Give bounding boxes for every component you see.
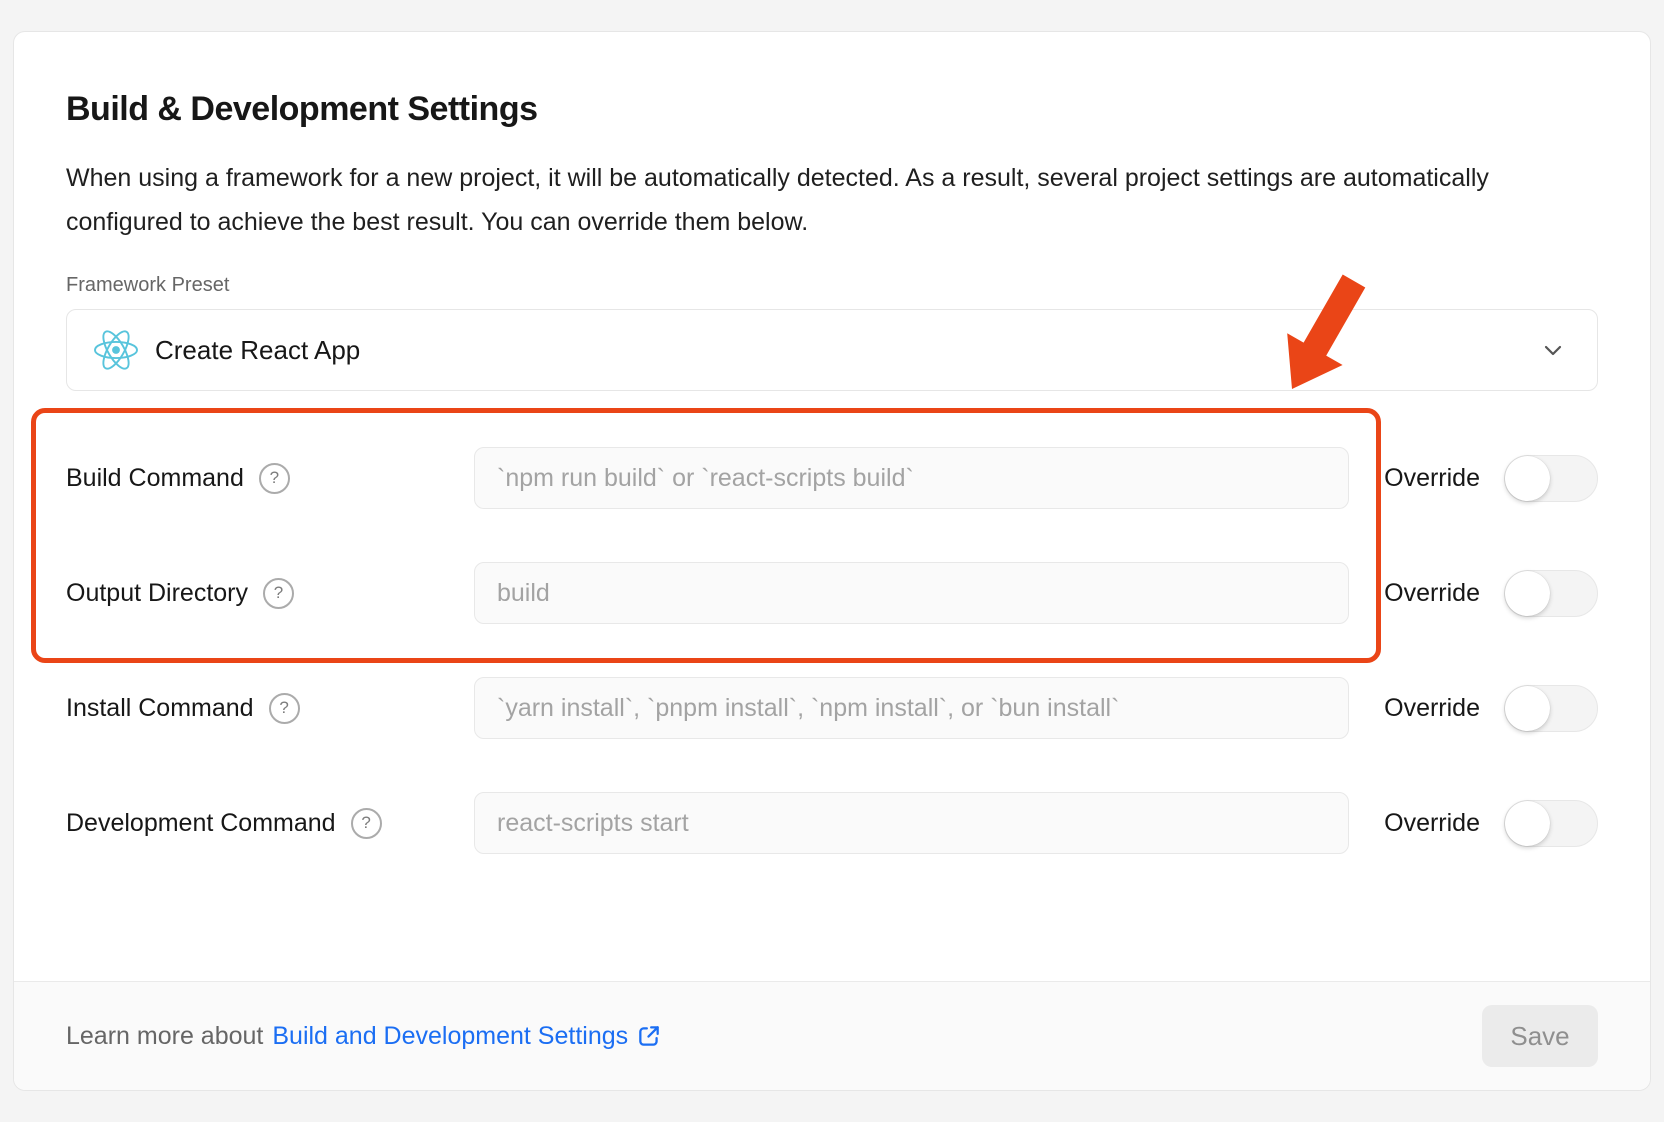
settings-description: When using a framework for a new project…	[66, 156, 1496, 244]
development-command-row: Development Command ? Override	[66, 792, 1598, 854]
install-command-label: Install Command	[66, 694, 254, 723]
build-command-label: Build Command	[66, 464, 244, 493]
build-command-override-toggle[interactable]	[1504, 455, 1598, 502]
development-command-override-group: Override	[1384, 800, 1598, 847]
install-command-row: Install Command ? Override	[66, 677, 1598, 739]
help-icon[interactable]: ?	[269, 693, 300, 724]
chevron-down-icon	[1539, 336, 1567, 364]
learn-more-prefix: Learn more about	[66, 1022, 263, 1051]
page-title: Build & Development Settings	[66, 88, 1598, 130]
output-directory-row: Output Directory ? Override	[66, 562, 1598, 624]
framework-preset-select[interactable]: Create React App	[66, 309, 1598, 391]
install-command-override-toggle[interactable]	[1504, 685, 1598, 732]
build-command-row: Build Command ? Override	[66, 447, 1598, 509]
output-directory-input[interactable]	[474, 562, 1349, 624]
install-command-label-group: Install Command ?	[66, 693, 474, 724]
override-label: Override	[1384, 694, 1480, 723]
install-command-override-group: Override	[1384, 685, 1598, 732]
development-command-label-group: Development Command ?	[66, 808, 474, 839]
toggle-knob	[1505, 801, 1550, 846]
react-logo-icon	[93, 329, 139, 371]
development-command-label: Development Command	[66, 809, 336, 838]
build-dev-settings-link[interactable]: Build and Development Settings	[272, 1022, 662, 1051]
toggle-knob	[1505, 686, 1550, 731]
help-icon[interactable]: ?	[351, 808, 382, 839]
help-icon[interactable]: ?	[263, 578, 294, 609]
override-label: Override	[1384, 809, 1480, 838]
override-label: Override	[1384, 579, 1480, 608]
output-directory-override-toggle[interactable]	[1504, 570, 1598, 617]
framework-preset-value: Create React App	[155, 335, 360, 366]
install-command-input[interactable]	[474, 677, 1349, 739]
card-footer: Learn more about Build and Development S…	[14, 981, 1650, 1090]
output-directory-override-group: Override	[1384, 570, 1598, 617]
build-dev-settings-card: Build & Development Settings When using …	[13, 31, 1651, 1091]
settings-rows: Build Command ? Override Output Director…	[66, 447, 1598, 854]
toggle-knob	[1505, 456, 1550, 501]
development-command-input[interactable]	[474, 792, 1349, 854]
override-label: Override	[1384, 464, 1480, 493]
output-directory-label: Output Directory	[66, 579, 248, 608]
build-command-label-group: Build Command ?	[66, 463, 474, 494]
save-button[interactable]: Save	[1482, 1005, 1598, 1067]
link-label: Build and Development Settings	[272, 1022, 628, 1051]
build-command-override-group: Override	[1384, 455, 1598, 502]
help-icon[interactable]: ?	[259, 463, 290, 494]
learn-more-text: Learn more about Build and Development S…	[66, 1022, 662, 1051]
card-body: Build & Development Settings When using …	[14, 32, 1650, 854]
output-directory-label-group: Output Directory ?	[66, 578, 474, 609]
build-command-input[interactable]	[474, 447, 1349, 509]
framework-preset-label: Framework Preset	[66, 274, 1598, 297]
development-command-override-toggle[interactable]	[1504, 800, 1598, 847]
toggle-knob	[1505, 571, 1550, 616]
external-link-icon	[636, 1023, 662, 1049]
